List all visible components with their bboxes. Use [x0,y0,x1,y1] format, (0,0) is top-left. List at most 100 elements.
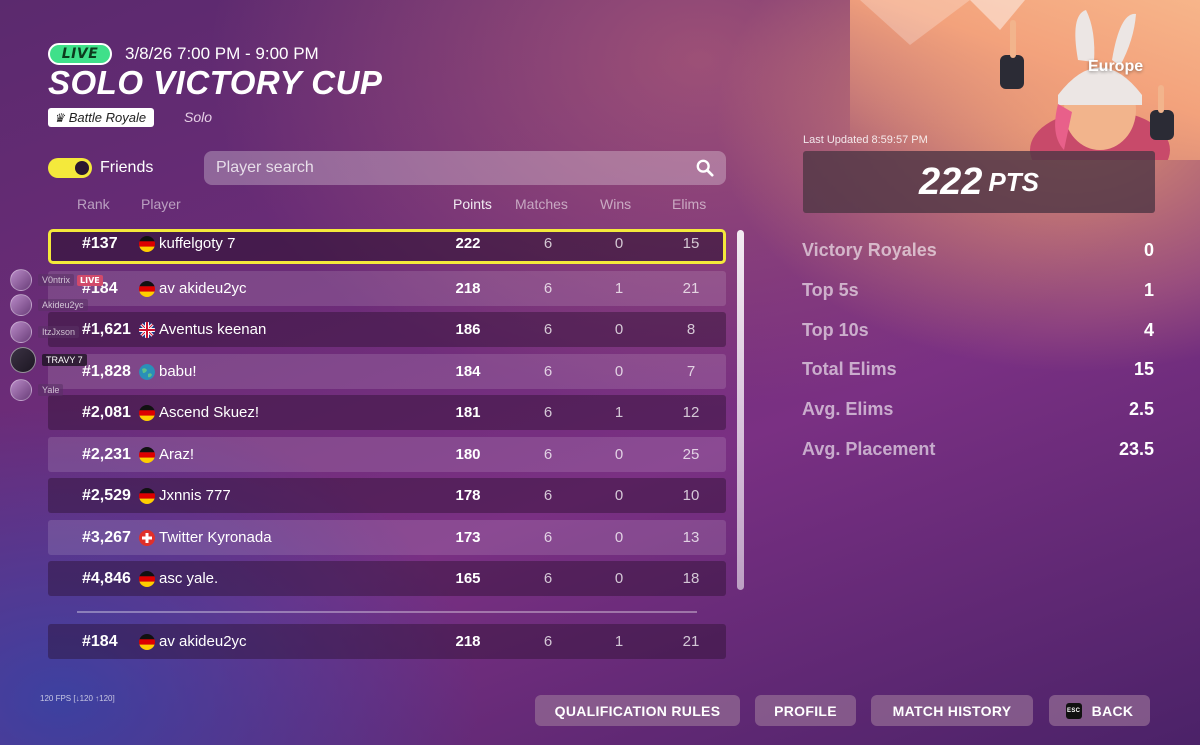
player-name-cell: av akideu2yc [159,633,247,650]
wins-cell: 1 [614,280,624,297]
rank-cell: #184 [82,632,118,650]
friend-item[interactable]: V0ntrix LIVE [10,269,103,291]
flag-icon [139,624,155,659]
mode-badge: ♛ Battle Royale [48,108,155,127]
stat-value: 15 [1133,359,1154,380]
matches-cell: 6 [543,487,553,504]
flag-icon [139,354,155,389]
total-points-card: 222 PTS [803,151,1155,213]
col-header-matches[interactable]: Matches [515,196,568,212]
qualification-rules-button[interactable]: QUALIFICATION RULES [535,695,740,726]
stat-value: 2.5 [1128,399,1154,420]
player-name-cell: Ascend Skuez! [159,404,260,421]
points-cell: 218 [455,633,481,650]
elims-cell: 10 [682,487,700,504]
back-button[interactable]: ESC BACK [1049,695,1150,726]
col-header-player: Player [141,196,181,212]
search-icon[interactable] [696,159,714,177]
mode-sublabel: Solo [184,109,213,125]
table-row[interactable]: #4,846 asc yale. 165 6 0 18 [48,561,726,596]
elims-cell: 7 [686,363,696,380]
col-header-elims[interactable]: Elims [672,196,706,212]
points-cell: 181 [455,404,481,421]
live-badge: LIVE [48,43,112,65]
stat-row: Total Elims 15 [802,359,1154,380]
elims-cell: 15 [682,235,700,252]
player-name-cell: Aventus keenan [159,321,267,338]
friend-name: V0ntrix [38,274,75,286]
points-cell: 180 [455,446,481,463]
flag-icon [139,478,155,513]
mode-label: Battle Royale [68,110,147,125]
elims-cell: 21 [682,633,700,650]
avatar [10,294,32,316]
player-name-cell: av akideu2yc [159,280,247,297]
wins-cell: 0 [614,446,624,463]
match-history-button[interactable]: MATCH HISTORY [871,695,1033,726]
avatar [10,347,36,373]
rank-cell: #4,846 [82,569,131,587]
stat-label: Victory Royales [802,240,937,260]
avatar [10,321,32,343]
friend-item[interactable]: ItzJxson [10,321,80,343]
points-cell: 222 [455,235,481,252]
pinned-divider [77,611,697,613]
matches-cell: 6 [543,633,553,650]
friend-item[interactable]: Yale [10,379,64,401]
col-header-wins[interactable]: Wins [600,196,631,212]
friend-item[interactable]: TRAVY 7 [10,347,87,373]
points-cell: 186 [455,321,481,338]
stat-label: Top 10s [802,319,869,340]
points-cell: 184 [455,363,481,380]
avatar [10,379,32,401]
rank-cell: #2,231 [82,445,131,463]
stat-label: Avg. Elims [802,399,894,420]
table-row[interactable]: #3,267 Twitter Kyronada 173 6 0 13 [48,520,726,555]
leaderboard-scrollbar[interactable] [737,230,744,590]
event-datetime: 3/8/26 7:00 PM - 9:00 PM [125,44,319,63]
rank-cell: #137 [82,234,118,252]
esc-key-icon: ESC [1065,702,1082,719]
col-header-points[interactable]: Points [453,196,492,212]
table-row[interactable]: #2,231 Araz! 180 6 0 25 [48,437,726,472]
back-label: BACK [1091,702,1134,719]
points-cell: 218 [455,280,481,297]
wins-cell: 0 [614,487,624,504]
matches-cell: 6 [543,235,553,252]
player-search-box[interactable] [204,151,726,185]
friends-toggle[interactable] [48,158,92,178]
profile-button[interactable]: PROFILE [755,695,856,726]
matches-cell: 6 [543,363,553,380]
elims-cell: 8 [686,321,696,338]
fps-counter: 120 FPS [↓120 ↑120] [40,694,115,703]
stat-value: 1 [1143,279,1154,300]
elims-cell: 21 [682,280,700,297]
table-row-pinned[interactable]: #184 av akideu2yc 218 6 1 21 [48,624,726,659]
matches-cell: 6 [543,570,553,587]
player-name-cell: kuffelgoty 7 [159,235,236,252]
toggle-knob [75,161,89,175]
table-row[interactable]: #2,081 Ascend Skuez! 181 6 1 12 [48,395,726,430]
table-row[interactable]: #184 av akideu2yc 218 6 1 21 [48,271,726,306]
table-row[interactable]: #1,828 babu! 184 6 0 7 [48,354,726,389]
flag-icon [139,312,155,347]
stat-row: Avg. Placement 23.5 [802,439,1154,460]
elims-cell: 18 [682,570,700,587]
table-row[interactable]: #2,529 Jxnnis 777 178 6 0 10 [48,478,726,513]
table-row[interactable]: #1,621 Aventus keenan 186 6 0 8 [48,312,726,347]
friend-item[interactable]: Akideu2yc [10,294,88,316]
friend-live-badge: LIVE [77,274,103,286]
matches-cell: 6 [543,529,553,546]
table-row-current-player[interactable]: #137 kuffelgoty 7 222 6 0 15 [48,229,726,264]
last-updated: Last Updated 8:59:57 PM [803,134,928,146]
stat-label: Top 5s [802,279,859,300]
avatar [10,269,32,291]
search-input[interactable] [216,159,696,177]
total-points-unit: PTS [988,166,1039,197]
flag-icon [139,520,155,555]
matches-cell: 6 [543,280,553,297]
rank-cell: #1,828 [82,362,131,380]
matches-cell: 6 [543,321,553,338]
rank-cell: #3,267 [82,528,131,546]
total-points-value: 222 [919,160,983,203]
